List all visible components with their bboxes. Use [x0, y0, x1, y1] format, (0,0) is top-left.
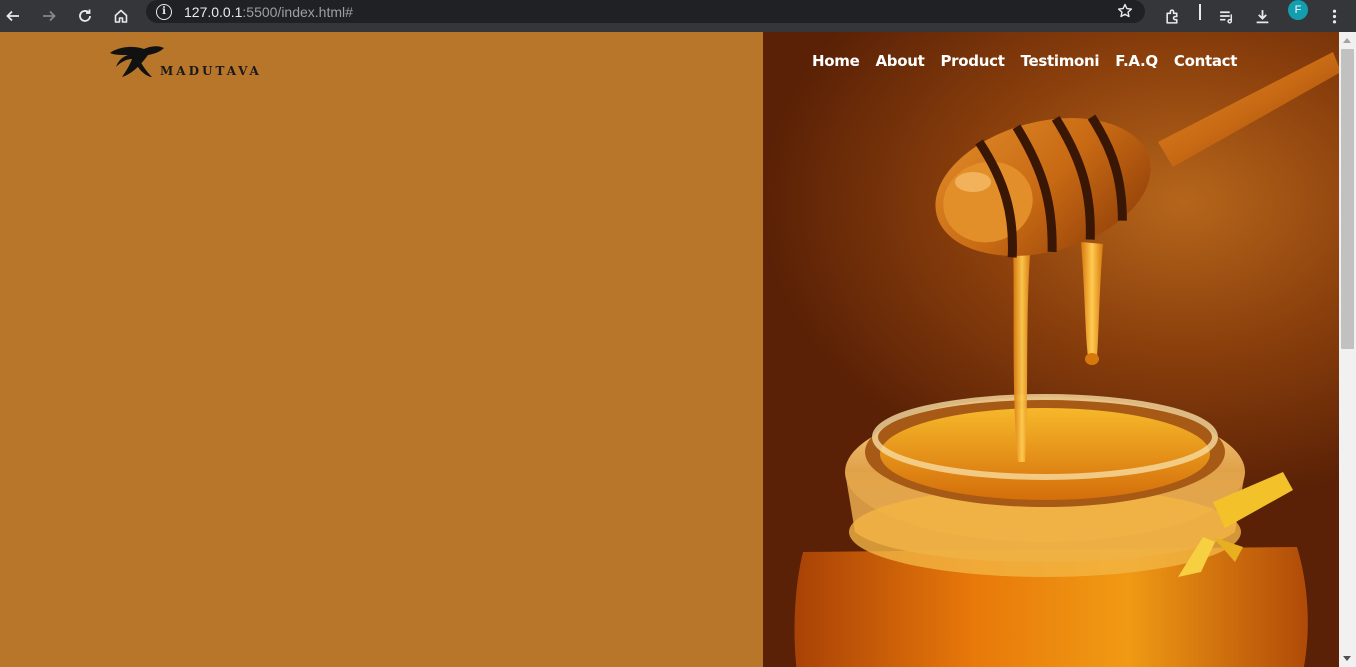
browser-toolbar: i 127.0.0.1:5500/index.html# F — [0, 0, 1356, 32]
download-icon[interactable] — [1250, 4, 1274, 28]
hero-left-panel: MADUTAVA — [0, 32, 763, 667]
nav-faq[interactable]: F.A.Q — [1115, 52, 1158, 70]
hero-image-honey — [763, 32, 1339, 667]
brand-logo[interactable]: MADUTAVA — [108, 43, 262, 86]
page-scrollbar[interactable] — [1339, 32, 1356, 667]
nav-product[interactable]: Product — [940, 52, 1004, 70]
brand-name: MADUTAVA — [160, 64, 262, 78]
scrollbar-thumb[interactable] — [1341, 49, 1354, 349]
nav-about[interactable]: About — [875, 52, 924, 70]
main-navigation: Home About Product Testimoni F.A.Q Conta… — [812, 52, 1237, 70]
toolbar-separator — [1199, 4, 1201, 20]
toolbar-actions: F — [0, 0, 1356, 32]
profile-avatar[interactable]: F — [1288, 0, 1308, 20]
reading-list-icon[interactable] — [1214, 4, 1238, 28]
scroll-down-arrow-icon[interactable] — [1343, 656, 1351, 661]
extensions-icon[interactable] — [1160, 4, 1184, 28]
nav-contact[interactable]: Contact — [1174, 52, 1238, 70]
kebab-menu-icon[interactable] — [1322, 4, 1346, 28]
bee-logo-icon — [108, 43, 166, 86]
page-viewport: MADUTAVA Home About Product Testimoni F.… — [0, 32, 1339, 667]
nav-home[interactable]: Home — [812, 52, 860, 70]
nav-testimoni[interactable]: Testimoni — [1021, 52, 1100, 70]
scroll-up-arrow-icon[interactable] — [1343, 38, 1351, 43]
honey-dipper-jar-illustration — [794, 52, 1339, 667]
